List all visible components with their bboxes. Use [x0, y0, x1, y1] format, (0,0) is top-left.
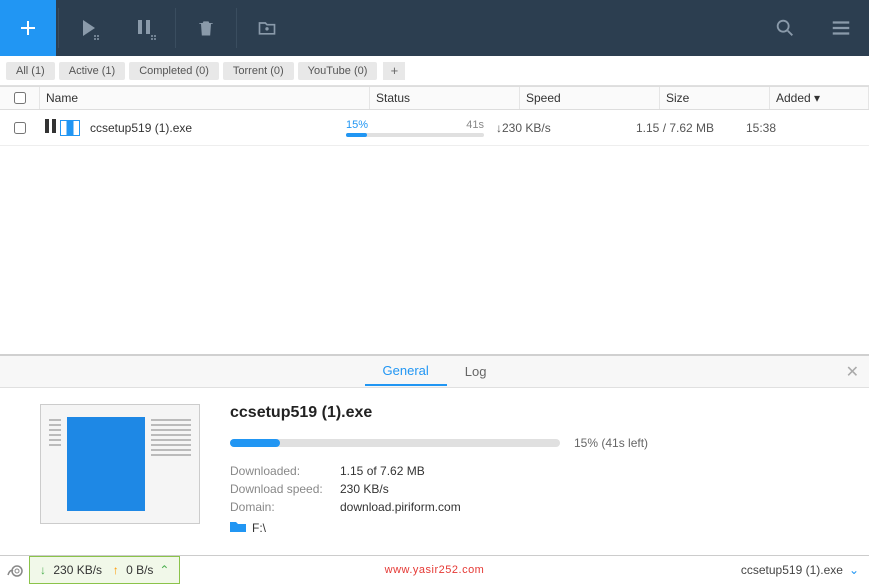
row-filename: ccsetup519 (1).exe [84, 121, 346, 135]
file-type-icon [60, 120, 80, 136]
row-size: 1.15 / 7.62 MB [636, 121, 746, 135]
column-added[interactable]: Added ▾ [770, 87, 869, 109]
watermark: www.yasir252.com [385, 564, 485, 576]
status-bar: ↓ 230 KB/s ↑ 0 B/s ⌃ www.yasir252.com cc… [0, 555, 869, 583]
download-row[interactable]: ccsetup519 (1).exe 15%41s ↓230 KB/s 1.15… [0, 110, 869, 146]
downloaded-value: 1.15 of 7.62 MB [340, 464, 425, 478]
details-filename: ccsetup519 (1).exe [230, 404, 849, 422]
tab-log[interactable]: Log [447, 358, 505, 385]
tab-general[interactable]: General [365, 357, 447, 386]
download-list[interactable]: ccsetup519 (1).exe 15%41s ↓230 KB/s 1.15… [0, 110, 869, 354]
down-speed-value: 230 KB/s [53, 563, 102, 577]
filter-torrent[interactable]: Torrent (0) [223, 62, 294, 80]
filter-youtube[interactable]: YouTube (0) [298, 62, 378, 80]
file-thumbnail [40, 404, 200, 524]
current-file-name: ccsetup519 (1).exe [741, 563, 843, 577]
add-filter-button[interactable]: + [383, 62, 405, 80]
menu-button[interactable] [813, 0, 869, 56]
speed-limit-button[interactable] [0, 556, 30, 584]
row-progress-bar [346, 133, 484, 137]
play-all-button[interactable] [61, 0, 117, 56]
separator [58, 8, 59, 48]
separator [175, 8, 176, 48]
column-name[interactable]: Name [40, 87, 370, 109]
delete-button[interactable] [178, 0, 234, 56]
save-path: F:\ [252, 521, 266, 535]
column-size[interactable]: Size [660, 87, 770, 109]
down-arrow-icon: ↓ [40, 563, 46, 577]
sort-indicator-icon: ▾ [814, 91, 820, 105]
speed-indicator[interactable]: ↓ 230 KB/s ↑ 0 B/s ⌃ [29, 556, 180, 584]
row-status: 15%41s [346, 119, 496, 137]
speed-value: 230 KB/s [340, 482, 389, 496]
filter-active[interactable]: Active (1) [59, 62, 125, 80]
chevron-up-icon: ⌃ [159, 563, 169, 577]
downloaded-label: Downloaded: [230, 464, 340, 478]
separator [236, 8, 237, 48]
filter-bar: All (1) Active (1) Completed (0) Torrent… [0, 56, 869, 86]
current-download-selector[interactable]: ccsetup519 (1).exe ⌄ [731, 563, 869, 577]
column-speed[interactable]: Speed [520, 87, 660, 109]
speed-label: Download speed: [230, 482, 340, 496]
folder-button[interactable] [239, 0, 295, 56]
filter-completed[interactable]: Completed (0) [129, 62, 219, 80]
row-added: 15:38 [746, 121, 869, 135]
up-speed-value: 0 B/s [126, 563, 153, 577]
save-location[interactable]: F:\ [230, 520, 849, 535]
details-progress-bar [230, 439, 560, 447]
details-progress-text: 15% (41s left) [574, 436, 648, 450]
details-tabs: General Log ✕ [0, 356, 869, 388]
row-speed: ↓230 KB/s [496, 121, 636, 135]
pause-all-button[interactable] [117, 0, 173, 56]
close-details-button[interactable]: ✕ [846, 362, 859, 382]
main-toolbar [0, 0, 869, 56]
up-arrow-icon: ↑ [113, 563, 119, 577]
search-button[interactable] [757, 0, 813, 56]
filter-all[interactable]: All (1) [6, 62, 55, 80]
column-status[interactable]: Status [370, 87, 520, 109]
download-list-header: Name Status Speed Size Added ▾ [0, 86, 869, 110]
domain-value: download.piriform.com [340, 500, 461, 514]
domain-label: Domain: [230, 500, 340, 514]
add-button[interactable] [0, 0, 56, 56]
details-panel: General Log ✕ ccsetup519 (1).exe 15% (41… [0, 354, 869, 555]
select-all-checkbox[interactable] [14, 92, 26, 104]
folder-icon [230, 520, 246, 535]
pause-icon[interactable] [44, 119, 56, 136]
chevron-down-icon: ⌄ [849, 563, 859, 577]
row-checkbox[interactable] [14, 122, 26, 134]
